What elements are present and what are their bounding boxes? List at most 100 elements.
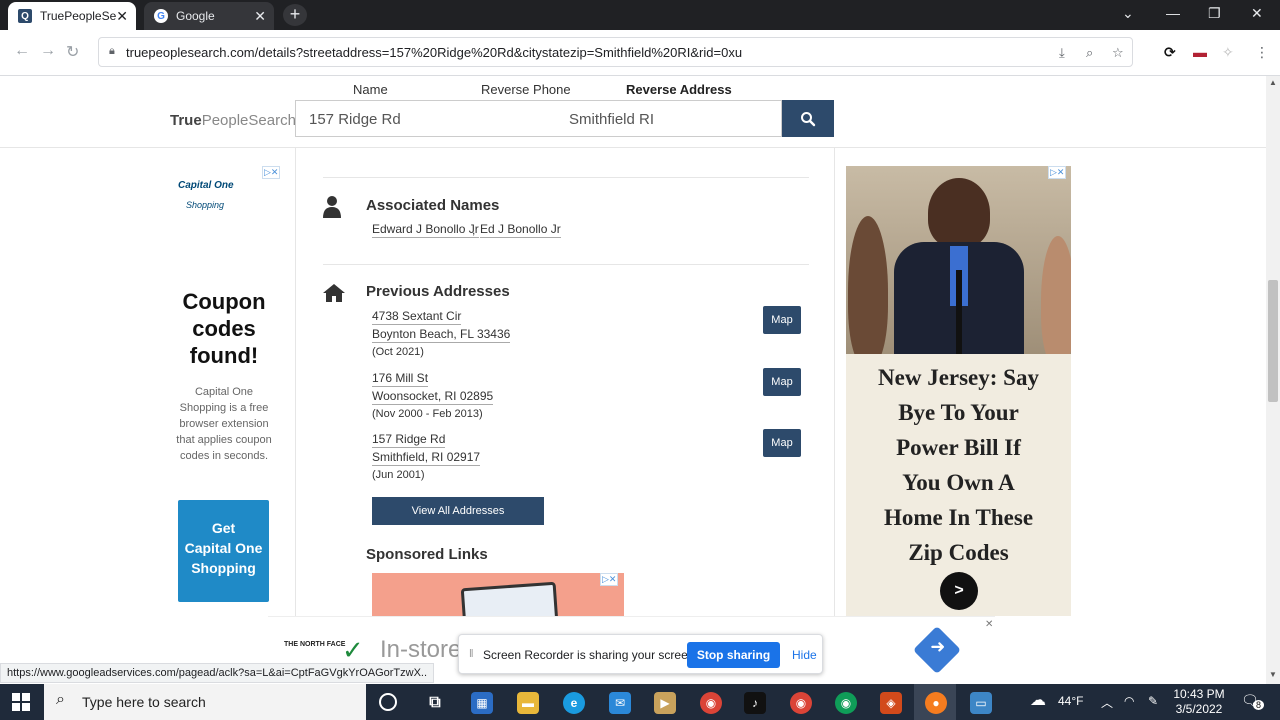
previous-addresses-title: Previous Addresses <box>366 283 510 300</box>
hide-button[interactable]: Hide <box>792 648 817 662</box>
forward-button[interactable]: → <box>40 42 56 60</box>
bookmark-star-icon[interactable]: ☆ <box>1112 45 1124 61</box>
associated-name-link[interactable]: Ed J Bonollo Jr <box>480 222 561 238</box>
view-all-addresses-button[interactable]: View All Addresses <box>372 497 544 525</box>
windows-start-icon[interactable] <box>12 693 30 711</box>
headline-line: Home In These <box>883 505 1034 530</box>
scrollbar-thumb[interactable] <box>1268 280 1278 402</box>
browser-toolbar: ← → ↻ 🔒︎ truepeoplesearch.com/details?st… <box>0 30 1280 76</box>
extensions-puzzle-icon[interactable]: ✧ <box>1222 44 1234 61</box>
truepeoplesearch-favicon-icon: Q <box>18 9 32 23</box>
tab-truepeoplesearch[interactable]: Q TruePeopleSe ✕ <box>8 2 136 30</box>
stop-sharing-button[interactable]: Stop sharing <box>687 642 780 668</box>
cortana-icon[interactable] <box>379 693 397 711</box>
edge-icon[interactable]: e <box>563 692 585 714</box>
lock-icon: 🔒︎ <box>109 45 115 57</box>
show-hidden-icons-chevron-icon[interactable]: ︿ <box>1101 694 1113 711</box>
flag-extension-icon[interactable]: ▬ <box>1193 44 1207 60</box>
drag-grip-icon[interactable]: ‖ <box>469 648 474 660</box>
tiktok-icon[interactable]: ♪ <box>744 692 766 714</box>
minimize-button[interactable]: — <box>1166 5 1180 21</box>
search-tab-reverse-phone[interactable]: Reverse Phone <box>481 82 571 97</box>
clock-date: 3/5/2022 <box>1175 702 1223 716</box>
back-button[interactable]: ← <box>14 42 30 60</box>
weather-temperature[interactable]: 44°F <box>1058 694 1083 708</box>
tab-search-chevron-icon[interactable]: ⌄ <box>1122 5 1134 22</box>
laptop-image <box>460 581 559 618</box>
address-street-link[interactable]: 176 Mill St <box>372 371 429 387</box>
headline-line: Bye To Your <box>898 400 1019 425</box>
file-explorer-icon[interactable]: ▬ <box>517 692 539 714</box>
chrome-profile-icon[interactable]: ◉ <box>790 692 812 714</box>
address-dates: (Jun 2001) <box>372 469 425 481</box>
person-left-image <box>848 216 888 354</box>
scroll-down-icon[interactable]: ▼ <box>1269 670 1277 679</box>
address-city-link[interactable]: Woonsocket, RI 02895 <box>372 389 494 405</box>
address-street-link[interactable]: 157 Ridge Rd <box>372 432 446 448</box>
tab-google[interactable]: G Google ✕ <box>144 2 274 30</box>
search-tab-reverse-address[interactable]: Reverse Address <box>602 82 756 102</box>
address-city-link[interactable]: Smithfield, RI 02917 <box>372 450 481 466</box>
chrome-profile-2-icon[interactable]: ◉ <box>835 692 857 714</box>
url-text: truepeoplesearch.com/details?streetaddre… <box>126 45 743 60</box>
section-divider <box>323 264 809 265</box>
close-window-button[interactable]: ✕ <box>1251 5 1263 22</box>
pen-icon[interactable]: ✎ <box>1148 694 1158 708</box>
weather-cloud-icon[interactable]: ☁ <box>1030 690 1046 710</box>
address-search-form: 157 Ridge Rd Smithfield RI <box>295 100 782 137</box>
power-bill-ad[interactable]: ▷✕ New Jersey: Say Bye To Your Power Bil… <box>846 166 1071 616</box>
banner-close-icon[interactable]: ✕ <box>985 619 993 630</box>
associated-name-link[interactable]: Edward J Bonollo Jr <box>372 222 479 238</box>
system-clock[interactable]: 10:43 PM 3/5/2022 <box>1170 687 1228 717</box>
scroll-up-icon[interactable]: ▲ <box>1269 78 1277 87</box>
address-street-link[interactable]: 4738 Sextant Cir <box>372 309 462 325</box>
map-button[interactable]: Map <box>763 429 801 457</box>
mail-icon[interactable]: ✉ <box>609 692 631 714</box>
remote-desktop-icon[interactable]: ▭ <box>970 692 992 714</box>
address-bar[interactable]: 🔒︎ truepeoplesearch.com/details?streetad… <box>98 37 1133 67</box>
page-scrollbar[interactable]: ▲ ▼ <box>1266 76 1280 684</box>
video-editor-icon[interactable]: ▶ <box>654 692 676 714</box>
browser-menu-icon[interactable]: ⋮ <box>1255 44 1269 61</box>
get-capital-one-button[interactable]: Get Capital One Shopping <box>178 500 269 602</box>
screen-recorder-icon[interactable]: ● <box>925 692 947 714</box>
headline-line: You Own A <box>902 470 1015 495</box>
restore-button[interactable]: ❐ <box>1208 5 1221 22</box>
capital-one-ad[interactable]: ▷✕ Capital One Shopping Coupon codes fou… <box>166 166 284 606</box>
close-tab-icon[interactable]: ✕ <box>254 8 266 25</box>
task-view-icon[interactable]: ⧉ <box>424 692 446 714</box>
headline-line: Zip Codes <box>908 540 1009 565</box>
headline-line: codes <box>192 316 256 341</box>
ad-headline: New Jersey: Say Bye To Your Power Bill I… <box>852 360 1065 570</box>
directions-icon[interactable]: ➜ <box>912 625 962 675</box>
store-icon[interactable]: ▦ <box>471 692 493 714</box>
wifi-icon[interactable]: ◠ <box>1124 694 1134 708</box>
city-state-input[interactable]: Smithfield RI <box>569 111 654 128</box>
chrome-icon[interactable]: ◉ <box>700 692 722 714</box>
street-input[interactable]: 157 Ridge Rd <box>309 111 401 128</box>
zoom-icon[interactable]: ⌕ <box>1086 45 1093 61</box>
ad-next-arrow-icon[interactable]: > <box>940 572 978 610</box>
ad-choices-icon[interactable]: ▷✕ <box>600 573 619 586</box>
close-tab-icon[interactable]: ✕ <box>116 8 128 25</box>
sponsored-links-title: Sponsored Links <box>366 546 488 563</box>
page-viewport: Name Reverse Phone Reverse Address TrueP… <box>0 76 1266 684</box>
new-tab-button[interactable]: + <box>283 4 307 26</box>
checkmark-icon: ✓ <box>342 635 364 665</box>
firefox-icon[interactable]: ◈ <box>880 692 902 714</box>
reload-button[interactable]: ↻ <box>66 42 79 62</box>
search-tab-name[interactable]: Name <box>353 82 388 97</box>
taskbar-search-box[interactable]: ⌕ Type here to search <box>44 684 366 720</box>
search-button[interactable] <box>782 100 834 137</box>
site-logo[interactable]: TruePeopleSearch <box>170 112 296 129</box>
address-city-link[interactable]: Boynton Beach, FL 33436 <box>372 327 511 343</box>
sync-extension-icon[interactable]: ⟳ <box>1164 44 1176 61</box>
ad-choices-icon[interactable]: ▷✕ <box>262 166 281 179</box>
clock-time: 10:43 PM <box>1173 687 1225 701</box>
install-app-icon[interactable]: ⤓ <box>1059 45 1065 61</box>
notification-count-badge: 8 <box>1253 700 1265 710</box>
map-button[interactable]: Map <box>763 368 801 396</box>
sponsored-ad-image[interactable]: ▷✕ <box>372 573 624 618</box>
ad-choices-icon[interactable]: ▷✕ <box>1048 166 1067 179</box>
map-button[interactable]: Map <box>763 306 801 334</box>
